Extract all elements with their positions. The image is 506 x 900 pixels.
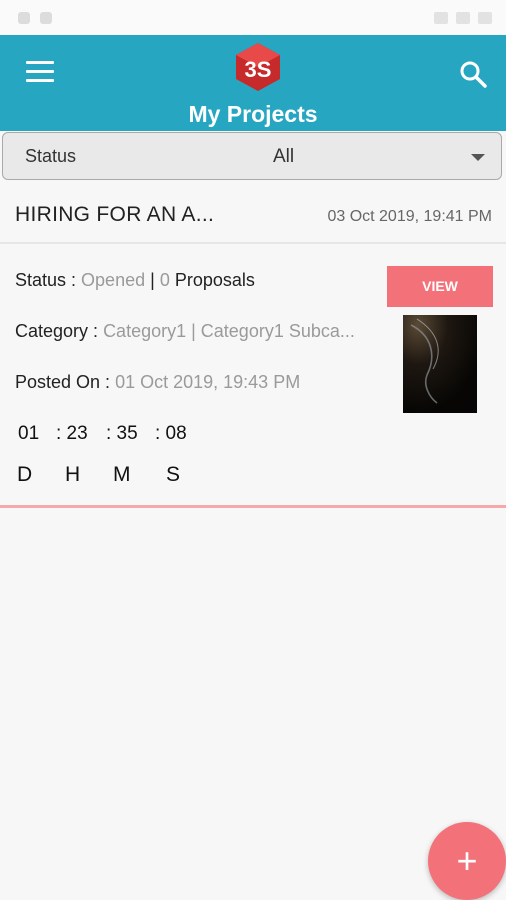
- project-thumbnail[interactable]: [403, 315, 477, 413]
- countdown-label-minutes: M: [113, 463, 131, 486]
- hamburger-menu-icon[interactable]: [26, 61, 54, 83]
- status-bar-right-icons: [434, 12, 492, 24]
- countdown-label-days: D: [17, 463, 33, 486]
- category-label: Category :: [15, 321, 99, 341]
- add-project-button[interactable]: +: [428, 822, 506, 900]
- status-bar-left-icons: [18, 12, 52, 24]
- view-button[interactable]: VIEW: [387, 266, 493, 307]
- posted-label: Posted On :: [15, 372, 111, 392]
- countdown-label-hours: H: [65, 463, 81, 486]
- filter-label: Status: [25, 146, 77, 166]
- status-separator: |: [150, 270, 155, 290]
- svg-text:3S: 3S: [245, 57, 272, 82]
- category-value: Category1 | Category1 Subca...: [103, 321, 355, 341]
- countdown-hours: : 23: [56, 423, 88, 444]
- app-bar: 3S My Projects: [0, 35, 506, 131]
- wifi-icon: [434, 12, 448, 24]
- posted-row: Posted On : 01 Oct 2019, 19:43 PM: [15, 372, 300, 393]
- status-bar: [0, 0, 506, 35]
- proposals-count: 0: [159, 270, 170, 290]
- status-label: Status :: [15, 270, 77, 290]
- battery-icon: [478, 12, 492, 24]
- project-card-header[interactable]: HIRING FOR AN A... 03 Oct 2019, 19:41 PM: [0, 195, 506, 241]
- filter-selected-value: All: [273, 146, 295, 167]
- notification-icon: [18, 12, 30, 24]
- project-date: 03 Oct 2019, 19:41 PM: [327, 208, 492, 225]
- app-logo: 3S: [236, 43, 280, 91]
- page-title: My Projects: [188, 101, 318, 127]
- countdown-label-seconds: S: [166, 463, 181, 486]
- project-title: HIRING FOR AN A...: [15, 203, 215, 226]
- thumbnail-image: [403, 315, 477, 413]
- proposals-label: Proposals: [174, 270, 255, 290]
- divider: [0, 242, 506, 244]
- caret-down-icon: [471, 154, 485, 161]
- signal-icon: [456, 12, 470, 24]
- notification-icon-2: [40, 12, 52, 24]
- status-value: Opened: [81, 270, 146, 290]
- card-divider: [0, 505, 506, 508]
- plus-icon: +: [456, 840, 478, 881]
- search-icon[interactable]: [458, 59, 488, 89]
- countdown-days: 01: [18, 423, 40, 444]
- status-filter-dropdown[interactable]: Status All: [2, 132, 502, 180]
- countdown-minutes: : 35: [106, 423, 138, 444]
- posted-value: 01 Oct 2019, 19:43 PM: [115, 372, 301, 392]
- countdown-seconds: : 08: [155, 423, 187, 444]
- category-row: Category : Category1 | Category1 Subca..…: [15, 321, 390, 342]
- status-row: Status : Opened | 0 Proposals: [15, 270, 255, 291]
